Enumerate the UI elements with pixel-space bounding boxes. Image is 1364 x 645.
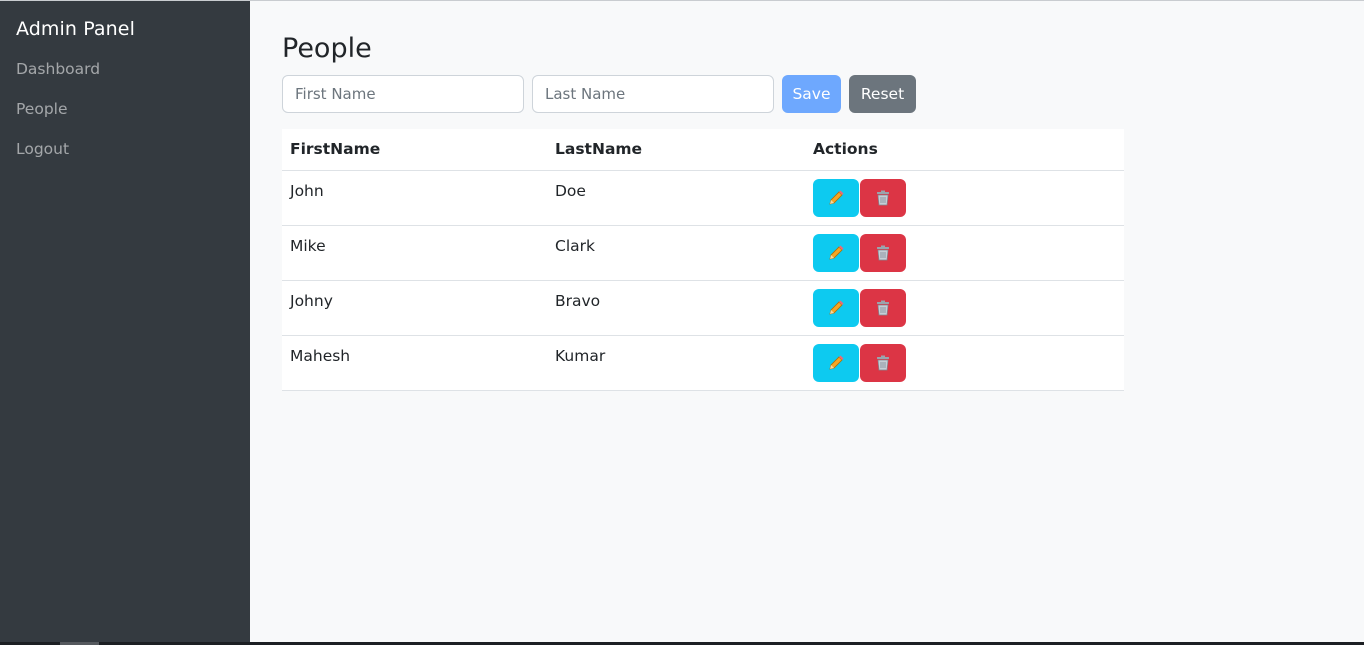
trash-icon — [877, 190, 889, 205]
table-row: Johny Bravo — [282, 280, 1124, 336]
column-header-actions: Actions — [805, 129, 1124, 171]
edit-button[interactable] — [813, 343, 859, 382]
pencil-icon — [829, 190, 844, 205]
sidebar-item-logout[interactable]: Logout — [16, 140, 69, 158]
cell-last-name: Bravo — [547, 280, 805, 336]
delete-button[interactable] — [860, 178, 906, 217]
last-name-input[interactable] — [532, 75, 774, 113]
pencil-icon — [829, 300, 844, 315]
trash-icon — [877, 300, 889, 315]
first-name-input[interactable] — [282, 75, 524, 113]
delete-button[interactable] — [860, 233, 906, 272]
people-table: FirstName LastName Actions John Doe Mike… — [282, 129, 1124, 391]
sidebar-item-people[interactable]: People — [16, 100, 68, 118]
column-header-lastname: LastName — [547, 129, 805, 171]
page-title: People — [282, 33, 372, 64]
trash-icon — [877, 355, 889, 370]
cell-actions — [805, 280, 1124, 336]
cell-actions — [805, 170, 1124, 226]
table-row: John Doe — [282, 170, 1124, 226]
delete-button[interactable] — [860, 343, 906, 382]
cell-first-name: Mahesh — [282, 335, 547, 391]
brand-title: Admin Panel — [16, 18, 135, 40]
edit-button[interactable] — [813, 233, 859, 272]
main-content: People Save Reset FirstName LastName Act… — [250, 1, 1364, 642]
pencil-icon — [829, 245, 844, 260]
table-row: Mahesh Kumar — [282, 335, 1124, 391]
edit-button[interactable] — [813, 288, 859, 327]
pencil-icon — [829, 355, 844, 370]
cell-first-name: Mike — [282, 225, 547, 281]
cell-first-name: John — [282, 170, 547, 226]
delete-button[interactable] — [860, 288, 906, 327]
table-header-row: FirstName LastName Actions — [282, 129, 1124, 171]
table-row: Mike Clark — [282, 225, 1124, 281]
sidebar: Admin Panel Dashboard People Logout — [0, 1, 250, 642]
reset-button[interactable]: Reset — [849, 75, 916, 113]
save-button[interactable]: Save — [782, 75, 841, 113]
cell-last-name: Doe — [547, 170, 805, 226]
column-header-firstname: FirstName — [282, 129, 547, 171]
cell-actions — [805, 335, 1124, 391]
sidebar-item-dashboard[interactable]: Dashboard — [16, 60, 100, 78]
cell-actions — [805, 225, 1124, 281]
trash-icon — [877, 245, 889, 260]
cell-last-name: Kumar — [547, 335, 805, 391]
cell-first-name: Johny — [282, 280, 547, 336]
edit-button[interactable] — [813, 178, 859, 217]
cell-last-name: Clark — [547, 225, 805, 281]
